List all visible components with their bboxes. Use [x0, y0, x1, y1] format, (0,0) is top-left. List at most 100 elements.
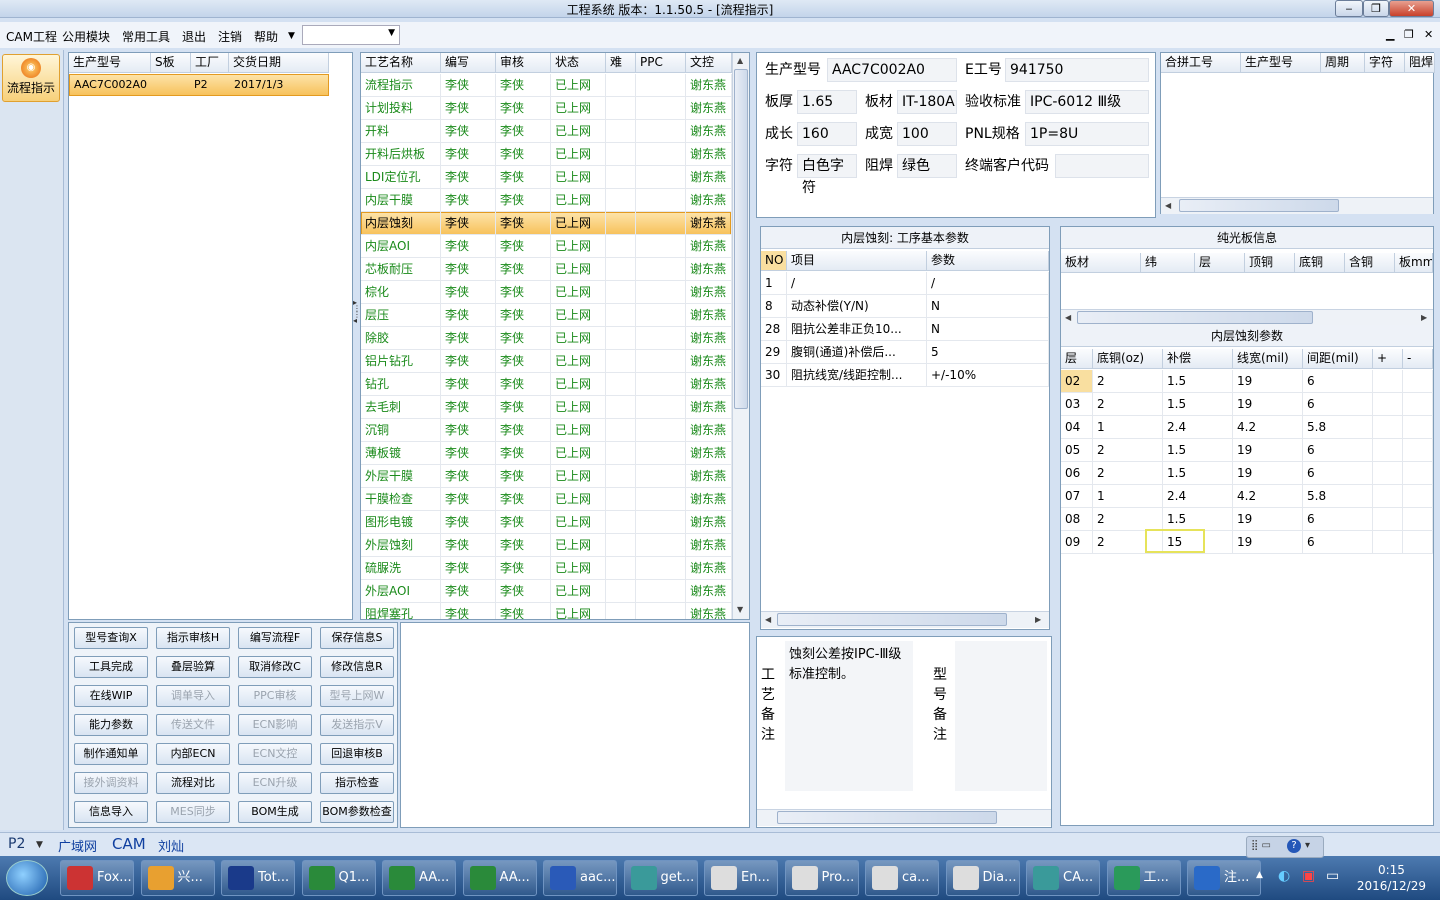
- process-cell[interactable]: 谢东燕: [686, 603, 732, 619]
- taskbar-item[interactable]: Q1...: [301, 860, 376, 896]
- process-cell[interactable]: 已上网: [551, 281, 606, 304]
- process-cell[interactable]: [636, 603, 686, 619]
- tray-expand-icon[interactable]: ▲: [1256, 870, 1263, 880]
- scroll-left-icon[interactable]: ◀: [1165, 201, 1171, 210]
- process-cell[interactable]: 李侠: [496, 189, 551, 212]
- process-cell[interactable]: 李侠: [441, 350, 496, 373]
- process-cell[interactable]: 李侠: [441, 511, 496, 534]
- params-cell[interactable]: 8: [761, 295, 787, 318]
- taskbar-item[interactable]: aac...: [543, 860, 617, 896]
- splitter-handle[interactable]: ▸ ⋮ ⋮ ◂: [353, 299, 361, 360]
- ime-bar[interactable]: ⣿ ▭ ? ▾: [1246, 836, 1324, 858]
- etch-cell[interactable]: 1: [1093, 416, 1163, 439]
- mdi-close-icon[interactable]: ✕: [1424, 28, 1433, 41]
- merge-scrollbar[interactable]: ◀: [1161, 197, 1433, 214]
- etch-cell[interactable]: 19: [1233, 370, 1303, 393]
- process-cell[interactable]: [636, 166, 686, 189]
- process-cell[interactable]: 谢东燕: [686, 143, 732, 166]
- etch-cell[interactable]: 19: [1233, 508, 1303, 531]
- etch-cell[interactable]: [1373, 393, 1403, 416]
- etch-header[interactable]: 间距(mil): [1303, 349, 1373, 369]
- process-cell[interactable]: 已上网: [551, 327, 606, 350]
- minimize-button[interactable]: ‒: [1335, 0, 1363, 17]
- menu-exit[interactable]: 退出: [182, 28, 206, 45]
- action-button[interactable]: 指示审核H: [156, 627, 230, 649]
- clock[interactable]: 0:15 2016/12/29: [1357, 862, 1426, 894]
- process-cell[interactable]: [606, 603, 636, 619]
- process-cell[interactable]: [636, 419, 686, 442]
- process-cell[interactable]: 李侠: [441, 258, 496, 281]
- params-scrollbar[interactable]: ◀ ▶: [761, 611, 1049, 628]
- action-button[interactable]: 制作通知单: [74, 743, 148, 765]
- scroll-thumb[interactable]: [777, 613, 1007, 626]
- process-name-cell[interactable]: 外层干膜: [361, 465, 441, 488]
- taskbar-item[interactable]: 工...: [1106, 860, 1181, 896]
- process-cell[interactable]: [636, 373, 686, 396]
- process-cell[interactable]: [606, 373, 636, 396]
- width-field[interactable]: 100: [897, 122, 957, 146]
- action-button[interactable]: 编写流程F: [238, 627, 312, 649]
- orders-header[interactable]: 交货日期: [229, 53, 329, 73]
- bare-header[interactable]: 板mm: [1395, 253, 1433, 273]
- chevron-down-icon[interactable]: ▼: [36, 840, 43, 850]
- process-header[interactable]: 工艺名称: [361, 53, 441, 73]
- process-cell[interactable]: [606, 557, 636, 580]
- process-cell[interactable]: 李侠: [496, 442, 551, 465]
- orders-header[interactable]: 工厂: [191, 53, 229, 73]
- edit-cell-highlight[interactable]: [1145, 529, 1205, 553]
- prod-model-field[interactable]: AAC7C002A0: [827, 58, 957, 82]
- scroll-thumb[interactable]: [777, 811, 997, 824]
- process-cell[interactable]: [636, 534, 686, 557]
- menu-common[interactable]: 公用模块: [62, 28, 110, 45]
- menu-tools[interactable]: 常用工具: [122, 28, 170, 45]
- etch-cell[interactable]: 5.8: [1303, 485, 1373, 508]
- merge-header[interactable]: 阻焊: [1405, 53, 1435, 73]
- process-cell[interactable]: 谢东燕: [686, 304, 732, 327]
- process-cell[interactable]: 已上网: [551, 235, 606, 258]
- etch-cell[interactable]: 6: [1303, 462, 1373, 485]
- etch-cell[interactable]: 2.4: [1163, 416, 1233, 439]
- process-cell[interactable]: 谢东燕: [686, 465, 732, 488]
- process-cell[interactable]: [636, 396, 686, 419]
- process-name-cell[interactable]: 计划投料: [361, 97, 441, 120]
- etch-cell[interactable]: 08: [1061, 508, 1093, 531]
- process-name-cell[interactable]: 沉铜: [361, 419, 441, 442]
- params-cell[interactable]: 29: [761, 341, 787, 364]
- process-name-cell[interactable]: 内层蚀刻: [361, 212, 441, 235]
- process-cell[interactable]: 谢东燕: [686, 74, 732, 97]
- process-cell[interactable]: 已上网: [551, 74, 606, 97]
- process-cell[interactable]: 已上网: [551, 258, 606, 281]
- action-button[interactable]: 保存信息S: [320, 627, 394, 649]
- process-cell[interactable]: 李侠: [496, 373, 551, 396]
- notes-scrollbar[interactable]: [757, 809, 1051, 826]
- process-cell[interactable]: [636, 580, 686, 603]
- etch-cell[interactable]: 2: [1093, 508, 1163, 531]
- merge-header[interactable]: 周期: [1321, 53, 1365, 73]
- params-cell[interactable]: /: [787, 272, 927, 295]
- etch-cell[interactable]: 4.2: [1233, 416, 1303, 439]
- merge-header[interactable]: 字符: [1365, 53, 1405, 73]
- params-cell[interactable]: 5: [927, 341, 1049, 364]
- bare-header[interactable]: 纬: [1141, 253, 1195, 273]
- tray-sync-icon[interactable]: ◐: [1278, 868, 1290, 884]
- etch-cell[interactable]: 6: [1303, 393, 1373, 416]
- process-cell[interactable]: 已上网: [551, 350, 606, 373]
- process-cell[interactable]: [606, 74, 636, 97]
- process-cell[interactable]: 李侠: [441, 235, 496, 258]
- etch-cell[interactable]: 19: [1233, 439, 1303, 462]
- etch-cell[interactable]: 05: [1061, 439, 1093, 462]
- process-cell[interactable]: 李侠: [441, 534, 496, 557]
- customer-field[interactable]: [1055, 154, 1149, 178]
- scroll-thumb[interactable]: [1179, 199, 1339, 212]
- process-cell[interactable]: 谢东燕: [686, 166, 732, 189]
- process-cell[interactable]: [636, 304, 686, 327]
- process-name-cell[interactable]: 棕化: [361, 281, 441, 304]
- menu-logout[interactable]: 注销: [218, 28, 242, 45]
- maximize-button[interactable]: ❐: [1363, 0, 1389, 17]
- etch-cell[interactable]: [1373, 508, 1403, 531]
- process-cell[interactable]: 李侠: [441, 603, 496, 619]
- process-cell[interactable]: [636, 465, 686, 488]
- process-name-cell[interactable]: 外层蚀刻: [361, 534, 441, 557]
- etch-cell[interactable]: 1.5: [1163, 370, 1233, 393]
- process-cell[interactable]: [636, 97, 686, 120]
